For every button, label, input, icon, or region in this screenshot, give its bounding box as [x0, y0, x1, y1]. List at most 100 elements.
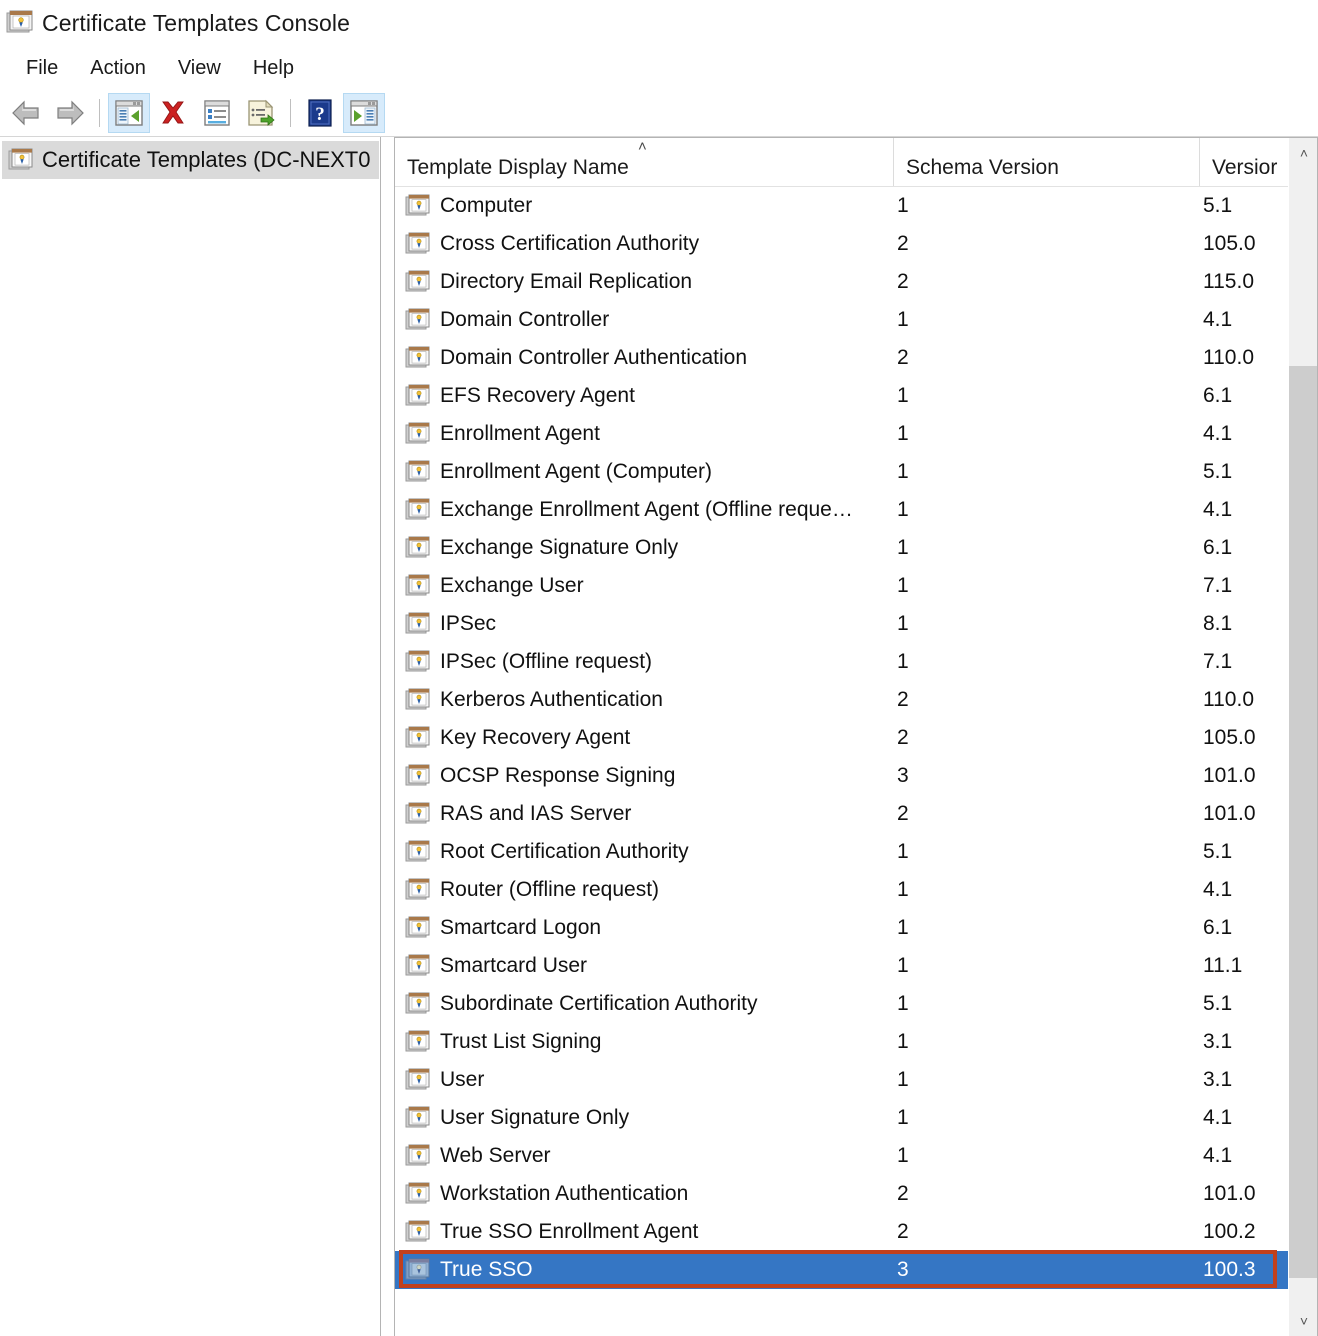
cell-template-display-name: Key Recovery Agent	[440, 726, 631, 749]
scrollbar-thumb[interactable]	[1289, 366, 1318, 1278]
cell-version: 101.0	[1203, 1182, 1256, 1205]
table-row[interactable]: User 1 3.1	[395, 1061, 1318, 1099]
certificate-template-icon	[405, 232, 431, 256]
column-template-display-name[interactable]: ˄ Template Display Name	[395, 138, 893, 186]
cell-schema-version: 1	[897, 498, 909, 521]
cell-version: 4.1	[1203, 1106, 1233, 1129]
cell-version: 5.1	[1203, 460, 1233, 483]
certificate-template-icon	[405, 308, 431, 332]
table-row[interactable]: True SSO Enrollment Agent 2 100.2	[395, 1213, 1318, 1251]
certificate-template-icon	[405, 764, 431, 788]
cell-version: 4.1	[1203, 308, 1233, 331]
certificate-template-icon	[405, 1220, 431, 1244]
cell-template-display-name: Exchange Signature Only	[440, 536, 679, 559]
certificate-templates-console-window: Certificate Templates Console File Actio…	[0, 0, 1318, 1336]
table-row[interactable]: RAS and IAS Server 2 101.0	[395, 795, 1318, 833]
cell-schema-version: 2	[897, 1182, 909, 1205]
certificate-template-icon	[405, 574, 431, 598]
table-row[interactable]: Computer 1 5.1	[395, 187, 1318, 225]
table-row[interactable]: Trust List Signing 1 3.1	[395, 1023, 1318, 1061]
certificate-template-icon	[405, 384, 431, 408]
table-row[interactable]: Subordinate Certification Authority 1 5.1	[395, 985, 1318, 1023]
toolbar-separator-2	[290, 99, 291, 127]
table-row[interactable]: Smartcard User 1 11.1	[395, 947, 1318, 985]
vertical-scrollbar[interactable]: ˄ ˅	[1288, 138, 1318, 1336]
cell-version: 11.1	[1203, 954, 1243, 977]
table-row[interactable]: Exchange Enrollment Agent (Offline reque…	[395, 491, 1318, 529]
table-row[interactable]: Cross Certification Authority 2 105.0	[395, 225, 1318, 263]
cell-version: 100.3	[1203, 1258, 1256, 1281]
table-row[interactable]: Enrollment Agent (Computer) 1 5.1	[395, 453, 1318, 491]
cell-version: 6.1	[1203, 384, 1233, 407]
cell-template-display-name: Router (Offline request)	[440, 878, 660, 901]
help-button[interactable]: ?	[299, 93, 341, 133]
cell-template-display-name: True SSO	[440, 1258, 533, 1281]
export-list-button[interactable]	[240, 93, 282, 133]
cell-version: 7.1	[1203, 650, 1233, 673]
show-hide-action-pane-button[interactable]	[343, 93, 385, 133]
table-row[interactable]: Enrollment Agent 1 4.1	[395, 415, 1318, 453]
column-header-label: Versior	[1212, 156, 1278, 179]
cell-template-display-name: User	[440, 1068, 485, 1091]
certificate-template-icon	[405, 802, 431, 826]
table-row[interactable]: Workstation Authentication 2 101.0	[395, 1175, 1318, 1213]
menu-action[interactable]: Action	[74, 55, 162, 82]
menu-file[interactable]: File	[10, 55, 74, 82]
right-arrow-icon	[57, 100, 84, 126]
table-row[interactable]: Kerberos Authentication 2 110.0	[395, 681, 1318, 719]
cell-template-display-name: True SSO Enrollment Agent	[440, 1220, 699, 1243]
certificate-template-icon	[405, 1258, 431, 1282]
cell-schema-version: 1	[897, 460, 909, 483]
cell-version: 3.1	[1203, 1068, 1233, 1091]
toolbar-separator	[99, 99, 100, 127]
cell-template-display-name: IPSec (Offline request)	[440, 650, 653, 673]
cell-schema-version: 2	[897, 726, 909, 749]
cell-template-display-name: RAS and IAS Server	[440, 802, 632, 825]
menu-help[interactable]: Help	[237, 55, 310, 82]
table-row[interactable]: EFS Recovery Agent 1 6.1	[395, 377, 1318, 415]
table-row[interactable]: Domain Controller 1 4.1	[395, 301, 1318, 339]
cell-template-display-name: Kerberos Authentication	[440, 688, 663, 711]
table-row[interactable]: IPSec 1 8.1	[395, 605, 1318, 643]
cell-schema-version: 1	[897, 384, 909, 407]
cell-schema-version: 1	[897, 954, 909, 977]
tree-item-certificate-templates[interactable]: Certificate Templates (DC-NEXT0	[2, 141, 379, 179]
delete-button[interactable]	[152, 93, 194, 133]
cell-schema-version: 1	[897, 1068, 909, 1091]
certificate-template-icon	[405, 1182, 431, 1206]
properties-button[interactable]	[196, 93, 238, 133]
table-row[interactable]: Router (Offline request) 1 4.1	[395, 871, 1318, 909]
cell-schema-version: 2	[897, 802, 909, 825]
table-row[interactable]: Domain Controller Authentication 2 110.0	[395, 339, 1318, 377]
column-header-label: Schema Version	[906, 156, 1059, 179]
column-schema-version[interactable]: Schema Version	[893, 138, 1199, 186]
table-row[interactable]: Root Certification Authority 1 5.1	[395, 833, 1318, 871]
show-hide-console-tree-button[interactable]	[108, 93, 150, 133]
table-row[interactable]: Directory Email Replication 2 115.0	[395, 263, 1318, 301]
sort-ascending-icon: ˄	[638, 138, 647, 155]
table-row[interactable]: OCSP Response Signing 3 101.0	[395, 757, 1318, 795]
cell-template-display-name: Smartcard Logon	[440, 916, 602, 939]
column-version[interactable]: Versior	[1199, 138, 1289, 186]
cell-schema-version: 1	[897, 992, 909, 1015]
table-row[interactable]: Smartcard Logon 1 6.1	[395, 909, 1318, 947]
table-row[interactable]: Key Recovery Agent 2 105.0	[395, 719, 1318, 757]
scroll-down-button[interactable]: ˅	[1289, 1306, 1318, 1336]
window-titlebar: Certificate Templates Console	[0, 0, 1318, 46]
table-row[interactable]: User Signature Only 1 4.1	[395, 1099, 1318, 1137]
tree-item-label: Certificate Templates (DC-NEXT0	[42, 147, 371, 172]
pane-splitter[interactable]	[381, 137, 394, 1336]
cell-template-display-name: Enrollment Agent	[440, 422, 600, 445]
table-row[interactable]: Exchange User 1 7.1	[395, 567, 1318, 605]
table-row[interactable]: True SSO 3 100.3	[395, 1251, 1318, 1289]
scroll-up-button[interactable]: ˄	[1289, 138, 1318, 168]
cell-template-display-name: OCSP Response Signing	[440, 764, 676, 787]
table-row[interactable]: Exchange Signature Only 1 6.1	[395, 529, 1318, 567]
menu-view[interactable]: View	[162, 55, 237, 82]
cell-schema-version: 1	[897, 840, 909, 863]
forward-button[interactable]	[49, 93, 91, 133]
cell-version: 5.1	[1203, 992, 1233, 1015]
table-row[interactable]: Web Server 1 4.1	[395, 1137, 1318, 1175]
back-button[interactable]	[5, 93, 47, 133]
table-row[interactable]: IPSec (Offline request) 1 7.1	[395, 643, 1318, 681]
